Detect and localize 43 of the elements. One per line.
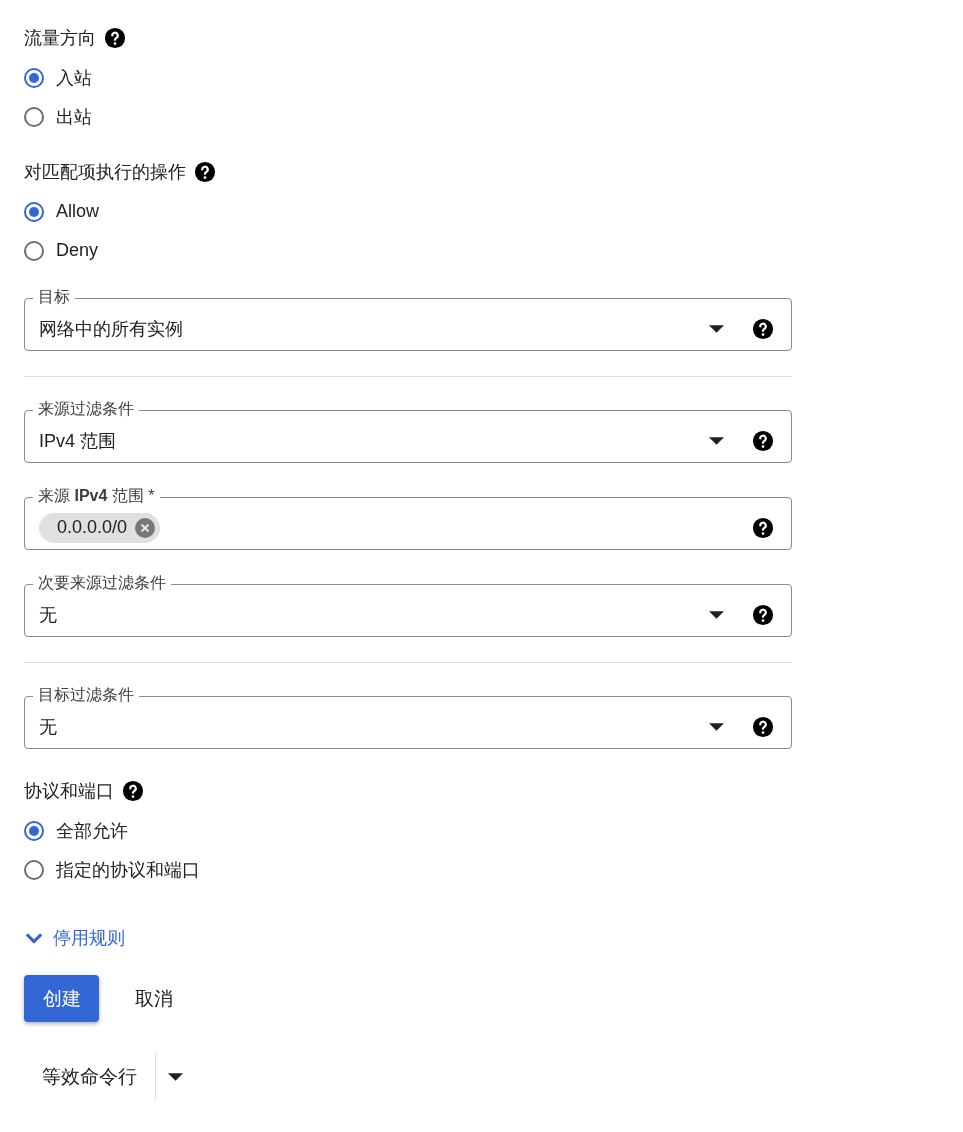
dropdown-caret-icon[interactable]: [709, 436, 724, 445]
field-label: 目标过滤条件: [33, 685, 139, 705]
field-label: 目标: [33, 287, 75, 307]
cancel-button[interactable]: 取消: [117, 975, 191, 1022]
radio-button[interactable]: [24, 67, 44, 88]
radio-label: 指定的协议和端口: [56, 858, 200, 882]
help-icon[interactable]: [752, 715, 774, 738]
field-value: 无: [39, 715, 57, 739]
field-value: IPv4 范围: [39, 429, 117, 453]
dropdown-caret-icon[interactable]: [709, 722, 724, 731]
field-label: 来源 IPv4 范围 *: [33, 486, 160, 506]
radio-button[interactable]: [24, 820, 44, 841]
help-icon[interactable]: [752, 603, 774, 626]
radio-label: Allow: [56, 201, 99, 222]
radio-label: 全部允许: [56, 819, 128, 843]
dropdown-caret-icon[interactable]: [709, 324, 724, 333]
group-title: 对匹配项执行的操作: [24, 161, 186, 184]
field-value: 网络中的所有实例: [39, 317, 183, 341]
dropdown-caret-icon[interactable]: [709, 610, 724, 619]
radio-button[interactable]: [24, 201, 44, 222]
help-icon[interactable]: [122, 780, 144, 802]
field-label: 来源过滤条件: [33, 399, 139, 419]
help-icon[interactable]: [752, 429, 774, 452]
field-value: 无: [39, 603, 57, 627]
help-icon[interactable]: [194, 161, 216, 183]
help-icon[interactable]: [752, 516, 774, 539]
group-title: 协议和端口: [24, 780, 114, 803]
disable-rule-toggle[interactable]: 停用规则: [24, 927, 125, 949]
chip[interactable]: 0.0.0.0/0: [39, 512, 161, 543]
help-icon[interactable]: [104, 27, 126, 49]
radio-label: Deny: [56, 240, 99, 261]
radio-label: 出站: [56, 105, 92, 129]
radio-label: 入站: [56, 66, 92, 90]
caret-icon: [168, 1072, 183, 1081]
create-button[interactable]: 创建: [24, 975, 99, 1022]
radio-button[interactable]: [24, 240, 44, 261]
help-icon[interactable]: [752, 317, 774, 340]
field-label: 次要来源过滤条件: [33, 573, 171, 593]
command-line-button[interactable]: 等效命令行: [24, 1053, 155, 1100]
radio-button[interactable]: [24, 106, 44, 127]
remove-icon[interactable]: [135, 517, 156, 538]
radio-button[interactable]: [24, 859, 44, 880]
group-title: 流量方向: [24, 27, 96, 50]
